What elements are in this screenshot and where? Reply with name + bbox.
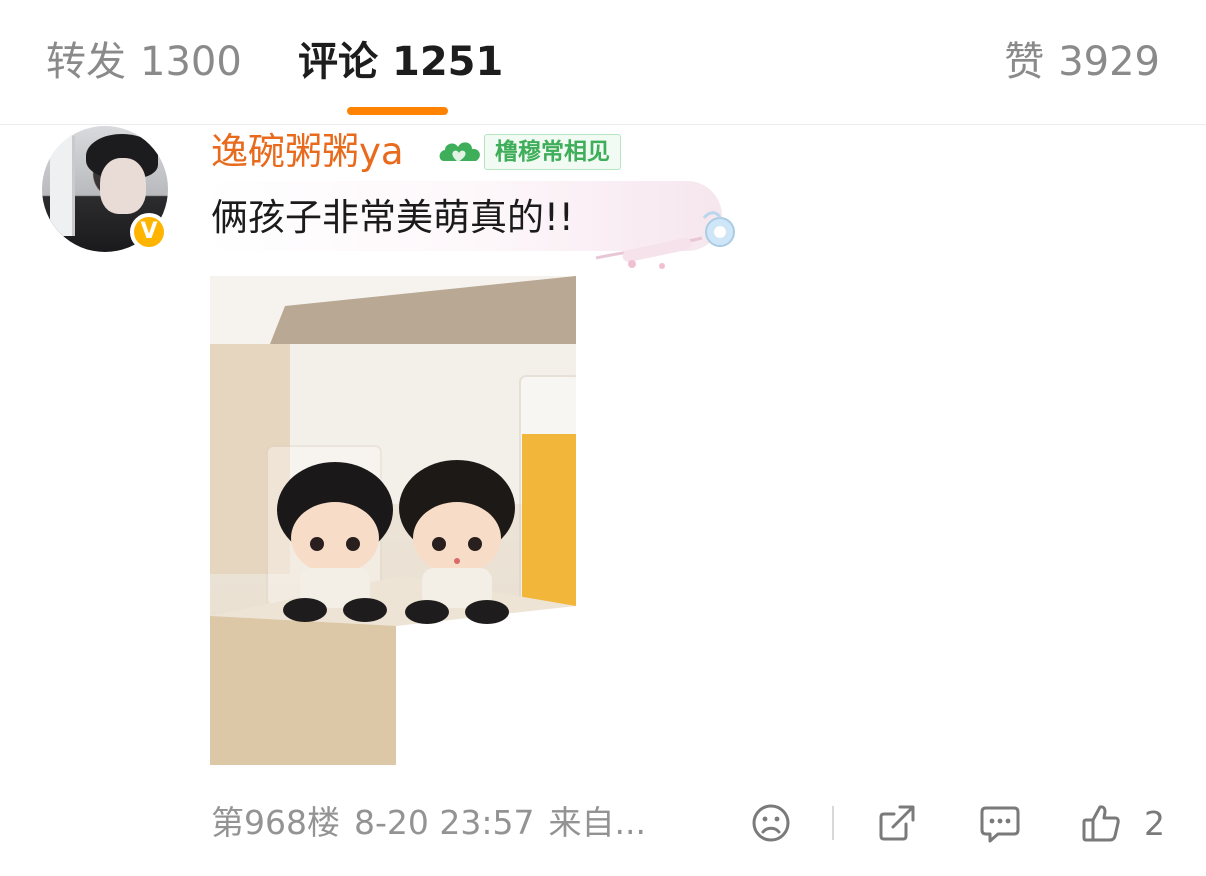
tab-comments-count: 1251 xyxy=(392,39,504,85)
fan-badge[interactable]: 橹穆常相见 xyxy=(438,133,621,171)
tab-bar: 转发 1300 评论 1251 赞 3929 xyxy=(0,0,1206,125)
tab-reposts[interactable]: 转发 1300 xyxy=(46,34,242,90)
comment-timestamp: 8-20 23:57 xyxy=(354,803,535,842)
comment-source[interactable]: 来自... xyxy=(549,803,646,842)
tab-comments-label: 评论 xyxy=(298,39,378,85)
comment-photo[interactable] xyxy=(210,276,576,765)
active-tab-indicator xyxy=(347,107,448,115)
avatar-background xyxy=(50,136,75,236)
key-decoration-icon xyxy=(592,208,744,274)
comment-page: 转发 1300 评论 1251 赞 3929 V 逸碗粥粥ya 橹穆常相见 俩孩子非常… xyxy=(0,0,1206,876)
tab-comments[interactable]: 评论 1251 xyxy=(298,34,503,90)
verified-badge-icon: V xyxy=(130,213,168,251)
comment-bubble-icon xyxy=(978,802,1022,844)
like-count: 2 xyxy=(1144,803,1165,843)
tab-likes-label: 赞 xyxy=(1004,39,1045,85)
avatar-face xyxy=(100,158,146,214)
tab-reposts-label: 转发 xyxy=(46,39,126,85)
action-divider xyxy=(832,806,834,840)
fan-badge-label: 橹穆常相见 xyxy=(484,134,621,170)
cloud-heart-icon xyxy=(438,135,484,169)
reply-button[interactable] xyxy=(978,800,1022,846)
username[interactable]: 逸碗粥粥ya xyxy=(211,128,404,176)
share-button[interactable] xyxy=(876,800,918,846)
share-icon xyxy=(876,802,918,844)
tab-likes-count: 3929 xyxy=(1058,39,1160,85)
thumbs-up-icon xyxy=(1080,802,1122,844)
comment-meta: 第968楼 8-20 23:57 来自... xyxy=(211,800,646,846)
frown-face-icon xyxy=(750,802,792,844)
tab-reposts-count: 1300 xyxy=(140,39,242,85)
like-button[interactable]: 2 xyxy=(1080,800,1165,846)
comment-text: 俩孩子非常美萌真的!! xyxy=(211,196,574,239)
tab-likes[interactable]: 赞 3929 xyxy=(1004,34,1160,90)
floor-number: 第968楼 xyxy=(211,803,340,842)
dislike-button[interactable] xyxy=(750,800,792,846)
